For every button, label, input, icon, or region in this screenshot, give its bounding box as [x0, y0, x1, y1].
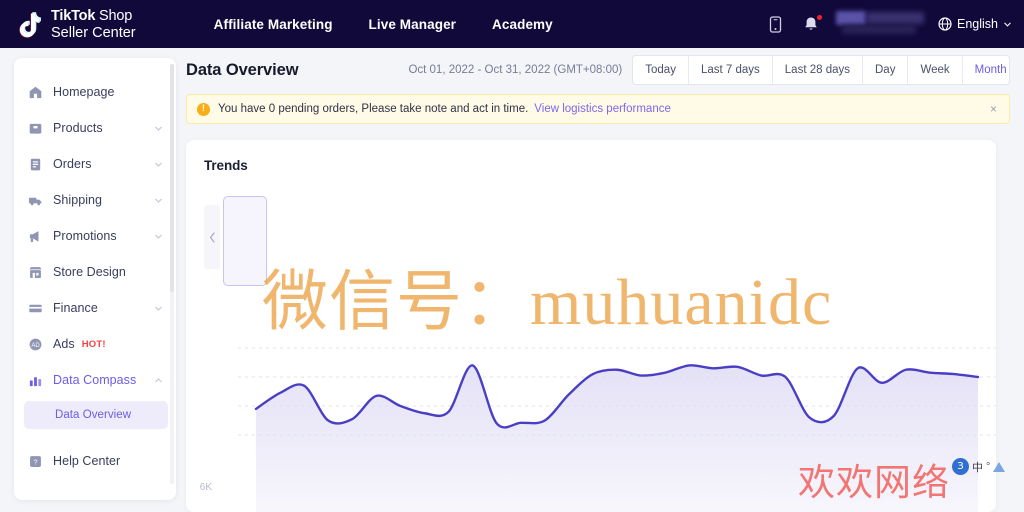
- date-range-label: Oct 01, 2022 - Oct 31, 2022 (GMT+08:00): [408, 64, 623, 76]
- trends-line-chart-svg: [238, 347, 996, 512]
- sidebar-label-data-compass: Data Compass: [53, 373, 137, 387]
- trends-chart: 6K 5K 4K 3K 2K 1K: [186, 322, 996, 512]
- chevron-down-icon: [155, 306, 162, 311]
- brand-subtitle: Seller Center: [51, 24, 136, 41]
- chevron-down-icon: [155, 162, 162, 167]
- chevron-down-icon: [155, 198, 162, 203]
- sidebar-label-promotions: Promotions: [53, 229, 117, 243]
- sidebar-label-data-overview: Data Overview: [55, 409, 132, 421]
- chevron-up-icon: [155, 377, 162, 382]
- brand-suffix: Shop: [99, 7, 133, 24]
- trends-title: Trends: [204, 158, 248, 173]
- chart-area-fill: [256, 365, 978, 512]
- sidebar-label-homepage: Homepage: [53, 85, 115, 99]
- sidebar-scrollbar-thumb[interactable]: [170, 64, 174, 292]
- chevron-left-icon: [209, 231, 215, 243]
- sidebar-label-finance: Finance: [53, 301, 98, 315]
- range-button-today[interactable]: Today: [633, 56, 689, 84]
- tiktok-note-icon: [18, 10, 44, 38]
- range-button-last-7-days[interactable]: Last 7 days: [688, 56, 773, 84]
- metric-carousel-prev-button[interactable]: [204, 205, 220, 269]
- main-content: Data Overview Oct 01, 2022 - Oct 31, 202…: [184, 48, 1024, 512]
- globe-icon: [938, 17, 952, 31]
- brand-logo-text: TikTok Shop Seller Center: [51, 7, 136, 41]
- range-button-day[interactable]: Day: [863, 56, 909, 84]
- pending-orders-alert: You have 0 pending orders, Please take n…: [186, 94, 1010, 124]
- metric-card-selected[interactable]: [223, 196, 267, 286]
- sidebar-item-products[interactable]: Products: [14, 110, 176, 146]
- sidebar-item-promotions[interactable]: Promotions: [14, 218, 176, 254]
- card-icon: [29, 304, 42, 312]
- top-navigation: Affiliate Marketing Live Manager Academy: [214, 17, 553, 32]
- box-icon: [29, 123, 42, 134]
- home-icon: [29, 86, 42, 98]
- page-title: Data Overview: [186, 60, 299, 79]
- range-button-month[interactable]: Month: [962, 56, 1010, 84]
- sidebar-scroll-region: Homepage Products Orders Shipping Promot…: [14, 58, 176, 489]
- range-button-week[interactable]: Week: [908, 56, 963, 84]
- alert-close-icon[interactable]: ×: [988, 102, 999, 116]
- alert-message: You have 0 pending orders, Please take n…: [218, 103, 529, 115]
- nav-affiliate-marketing[interactable]: Affiliate Marketing: [214, 17, 333, 32]
- header-actions: English: [764, 0, 1012, 48]
- sidebar-item-help-center[interactable]: ? Help Center: [14, 443, 176, 479]
- chevron-down-icon: [155, 126, 162, 131]
- sidebar-label-store-design: Store Design: [53, 265, 126, 279]
- nav-academy[interactable]: Academy: [492, 17, 553, 32]
- svg-text:?: ?: [33, 457, 37, 466]
- top-header-bar: TikTok Shop Seller Center Affiliate Mark…: [0, 0, 1024, 48]
- view-logistics-performance-link[interactable]: View logistics performance: [534, 103, 671, 115]
- left-sidebar: Homepage Products Orders Shipping Promot…: [14, 58, 176, 500]
- chevron-down-icon: [155, 234, 162, 239]
- language-selector[interactable]: English: [938, 17, 1012, 31]
- page-header: Data Overview Oct 01, 2022 - Oct 31, 202…: [184, 48, 1024, 92]
- brand-logo[interactable]: TikTok Shop Seller Center: [18, 7, 136, 41]
- sidebar-label-shipping: Shipping: [53, 193, 103, 207]
- date-range-segmented-control: Today Last 7 days Last 28 days Day Week …: [632, 55, 1010, 85]
- nav-live-manager[interactable]: Live Manager: [369, 17, 456, 32]
- sidebar-item-finance[interactable]: Finance: [14, 290, 176, 326]
- notification-badge-dot: [816, 14, 823, 21]
- megaphone-icon: [29, 230, 39, 242]
- y-axis-tick-6k: 6K: [199, 482, 212, 493]
- sidebar-item-homepage[interactable]: Homepage: [14, 74, 176, 110]
- language-label: English: [957, 17, 998, 31]
- sidebar-item-ads[interactable]: AD Ads HOT!: [14, 326, 176, 362]
- brand-name: TikTok: [51, 7, 96, 24]
- sidebar-item-data-compass[interactable]: Data Compass: [14, 362, 176, 398]
- trends-card: Trends 6K 5K 4K 3K 2K 1K: [186, 140, 996, 512]
- sidebar-label-help-center: Help Center: [53, 454, 121, 468]
- ads-hot-badge: HOT!: [81, 338, 106, 350]
- sidebar-label-products: Products: [53, 121, 103, 135]
- sidebar-item-orders[interactable]: Orders: [14, 146, 176, 182]
- bar-chart-icon: [29, 376, 42, 386]
- chevron-down-icon: [1004, 22, 1011, 27]
- range-button-last-28-days[interactable]: Last 28 days: [772, 56, 863, 84]
- notification-bell-icon[interactable]: [800, 12, 823, 36]
- sidebar-label-orders: Orders: [53, 157, 92, 171]
- mobile-phone-icon[interactable]: [764, 12, 786, 36]
- warning-icon: [197, 102, 210, 116]
- sidebar-label-ads: Ads: [53, 337, 75, 351]
- sidebar-subitem-data-overview[interactable]: Data Overview: [24, 401, 168, 429]
- truck-icon: [28, 197, 42, 205]
- clipboard-icon: [30, 158, 41, 170]
- svg-text:AD: AD: [31, 342, 40, 348]
- user-profile-avatar[interactable]: [836, 11, 924, 37]
- ads-circle-icon: AD: [29, 338, 42, 350]
- help-icon: ?: [30, 455, 41, 467]
- storefront-icon: [29, 266, 42, 278]
- sidebar-item-store-design[interactable]: Store Design: [14, 254, 176, 290]
- sidebar-item-shipping[interactable]: Shipping: [14, 182, 176, 218]
